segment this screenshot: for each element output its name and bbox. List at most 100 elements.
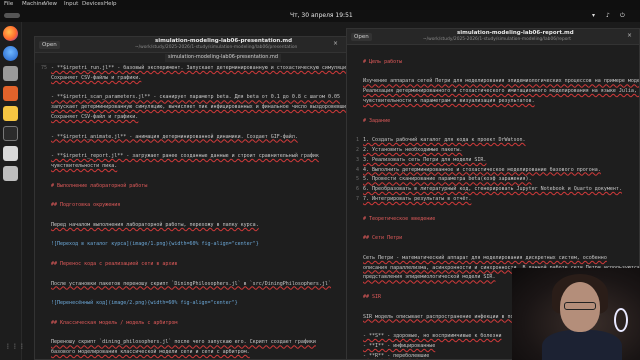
editor-line[interactable]	[35, 251, 353, 258]
line-text: чувствительности пика.	[51, 163, 118, 169]
menu-view[interactable]: View	[44, 1, 57, 7]
editor-line[interactable]	[35, 310, 353, 317]
notes-icon[interactable]	[3, 106, 18, 121]
editor-line[interactable]	[35, 212, 353, 219]
trash-icon[interactable]	[3, 166, 18, 181]
editor-line[interactable]	[35, 85, 353, 92]
close-icon-right[interactable]: ×	[627, 32, 632, 39]
editor-line[interactable]: Сохраняет CSV-файлы и графики.	[35, 75, 353, 82]
editor-line[interactable]	[35, 232, 353, 239]
editor-line[interactable]: # Цель работы	[347, 59, 639, 66]
apps-grid-icon[interactable]	[3, 340, 26, 355]
editor-line[interactable]	[347, 206, 639, 213]
right-window-header: Open simulation-modeling-lab06-report.md…	[347, 29, 639, 45]
editor-line[interactable]	[347, 49, 639, 56]
editor-line[interactable]	[347, 108, 639, 115]
editor-line[interactable]	[35, 290, 353, 297]
editor-line[interactable]: чувствительности к параметрам и визуализ…	[347, 98, 639, 105]
files-icon[interactable]	[3, 66, 18, 81]
line-text: 7. Интегрировать результаты в отчёт.	[363, 196, 472, 202]
close-icon[interactable]: ×	[333, 40, 338, 47]
open-button-right[interactable]: Open	[351, 33, 372, 41]
editor-line[interactable]	[347, 127, 639, 134]
line-text: запускает детерминированную симуляцию, в…	[51, 104, 353, 111]
line-text: # Выполнение лабораторной работы	[51, 182, 148, 189]
editor-line[interactable]: 1 1. Создать рабочий каталог для кода к п…	[347, 137, 639, 144]
line-text: 1. Создать рабочий каталог для кода к пр…	[363, 137, 526, 144]
editor-line[interactable]: ## Подготовка окружения	[35, 202, 353, 209]
editor-line[interactable]: ## Классическая модель / модель с арбитр…	[35, 320, 353, 327]
volume-icon[interactable]: ♪	[606, 12, 610, 19]
editor-line[interactable]	[347, 69, 639, 76]
editor-line[interactable]: 5 5. Провести сканирование параметра beta…	[347, 176, 639, 183]
line-text: Переношу скрипт `dining_philosophers.jl`…	[51, 339, 316, 346]
menu-devices[interactable]: Devices	[82, 1, 104, 7]
line-text: Перед началом выполнения лабораторной ра…	[51, 221, 259, 228]
editor-line[interactable]: чувствительности пика.	[35, 163, 353, 170]
editor-line[interactable]: - **$irpetri_report.jl** - загружает ран…	[35, 153, 353, 160]
vm-menubar: File Machine View Input Devices Help	[0, 0, 640, 10]
editor-line[interactable]: Реализация детерминированного и стохасти…	[347, 88, 639, 95]
line-text: # Задание	[363, 117, 391, 124]
editor-line[interactable]: # Задание	[347, 118, 639, 125]
line-number: 5	[355, 176, 359, 183]
editor-line[interactable]: После установки пакетов переношу скрипт …	[35, 281, 353, 288]
editor-line[interactable]	[35, 124, 353, 131]
line-text: ![Переход в каталог курса](image/1.png){…	[51, 241, 259, 248]
editor-line[interactable]: Перед началом выполнения лабораторной ра…	[35, 222, 353, 229]
editor-line[interactable]: 2 2. Установить необходимые пакеты.	[347, 147, 639, 154]
editor-line[interactable]: 75 - **$irpetri_run.jl** - базовый экспер…	[35, 65, 353, 72]
editor-line[interactable]: 3 3. Реализовать сеть Петри для модели SI…	[347, 157, 639, 164]
editor-line[interactable]: # Теоретическое введение	[347, 216, 639, 223]
editor-line[interactable]: Переношу скрипт `dining_philosophers.jl`…	[35, 339, 353, 346]
editor-line[interactable]	[35, 143, 353, 150]
editor-line[interactable]: Сохраняет CSV-файл и графики.	[35, 114, 353, 121]
editor-line[interactable]	[35, 271, 353, 278]
editor-line[interactable]	[347, 225, 639, 232]
line-text: Сохраняет CSV-файлы и графики.	[51, 74, 142, 81]
editor-line[interactable]: 7 7. Интегрировать результаты в отчёт.	[347, 196, 639, 203]
editor-line[interactable]: Сеть Петри - математический аппарат для …	[347, 255, 639, 262]
activities-indicator[interactable]	[4, 13, 20, 18]
network-icon[interactable]: ▾	[592, 12, 595, 19]
editor-line[interactable]: - **$irpetri_scan_parameters.jl** - скан…	[35, 94, 353, 101]
editor-line[interactable]: ## Перенос кода с реализацией сети в арх…	[35, 261, 353, 268]
menu-file[interactable]: File	[4, 1, 13, 7]
editor-line[interactable]: Изучение аппарата сетей Петри для модели…	[347, 78, 639, 85]
webcam-person-shirt	[542, 330, 622, 360]
firefox-icon[interactable]	[3, 26, 18, 41]
line-number: 3	[355, 156, 359, 163]
editor-line[interactable]: 6 6. Преобразовать в литературный код, сг…	[347, 186, 639, 193]
gnome-top-bar: Чт, 30 апреля 19:51 ▾ ♪ ⏻	[0, 10, 640, 22]
line-text: - **R** - переболевшие	[363, 352, 430, 359]
menu-input[interactable]: Input	[64, 1, 78, 7]
editor-line[interactable]: базового моделирования классической моде…	[35, 349, 353, 356]
editor-line[interactable]	[347, 245, 639, 252]
editor-line[interactable]: ## Сети Петри	[347, 235, 639, 242]
thunderbird-icon[interactable]	[3, 46, 18, 61]
editor-line[interactable]: 4 4. Выполнить детерминированное и стохас…	[347, 167, 639, 174]
menu-machine[interactable]: Machine	[22, 1, 45, 7]
search-icon[interactable]	[3, 146, 18, 161]
menu-help[interactable]: Help	[104, 1, 117, 7]
line-number: 7	[355, 196, 359, 202]
window-title: simulation-modeling-lab06-presentation.m…	[155, 38, 293, 44]
editor-line[interactable]: запускает детерминированную симуляцию, в…	[35, 104, 353, 111]
line-text: ## Подготовка окружения	[51, 202, 121, 209]
line-text: # Цель работы	[363, 58, 403, 65]
editor-line[interactable]: # Выполнение лабораторной работы	[35, 183, 353, 190]
terminal-icon[interactable]	[3, 126, 18, 141]
line-text: - **$irpetri_report.jl** - загружает ран…	[51, 153, 319, 160]
tab-presentation[interactable]: simulation-modeling-lab06-presentation.m…	[165, 54, 282, 62]
editor-line[interactable]: ![Перенесённый код](image/2.png){width=6…	[35, 300, 353, 307]
power-icon[interactable]: ⏻	[620, 12, 625, 20]
editor-line[interactable]: ![Переход в каталог курса](image/1.png){…	[35, 241, 353, 248]
editor-line[interactable]: - **$irpetri_animate.jl** - анимация дет…	[35, 134, 353, 141]
line-text: Сеть Петри - математический аппарат для …	[363, 254, 607, 261]
open-button[interactable]: Open	[39, 41, 60, 49]
editor-line[interactable]	[35, 330, 353, 337]
editor-line[interactable]	[35, 192, 353, 199]
top-bar-clock[interactable]: Чт, 30 апреля 19:51	[290, 12, 353, 19]
editor-line[interactable]	[35, 173, 353, 180]
software-icon[interactable]	[3, 86, 18, 101]
